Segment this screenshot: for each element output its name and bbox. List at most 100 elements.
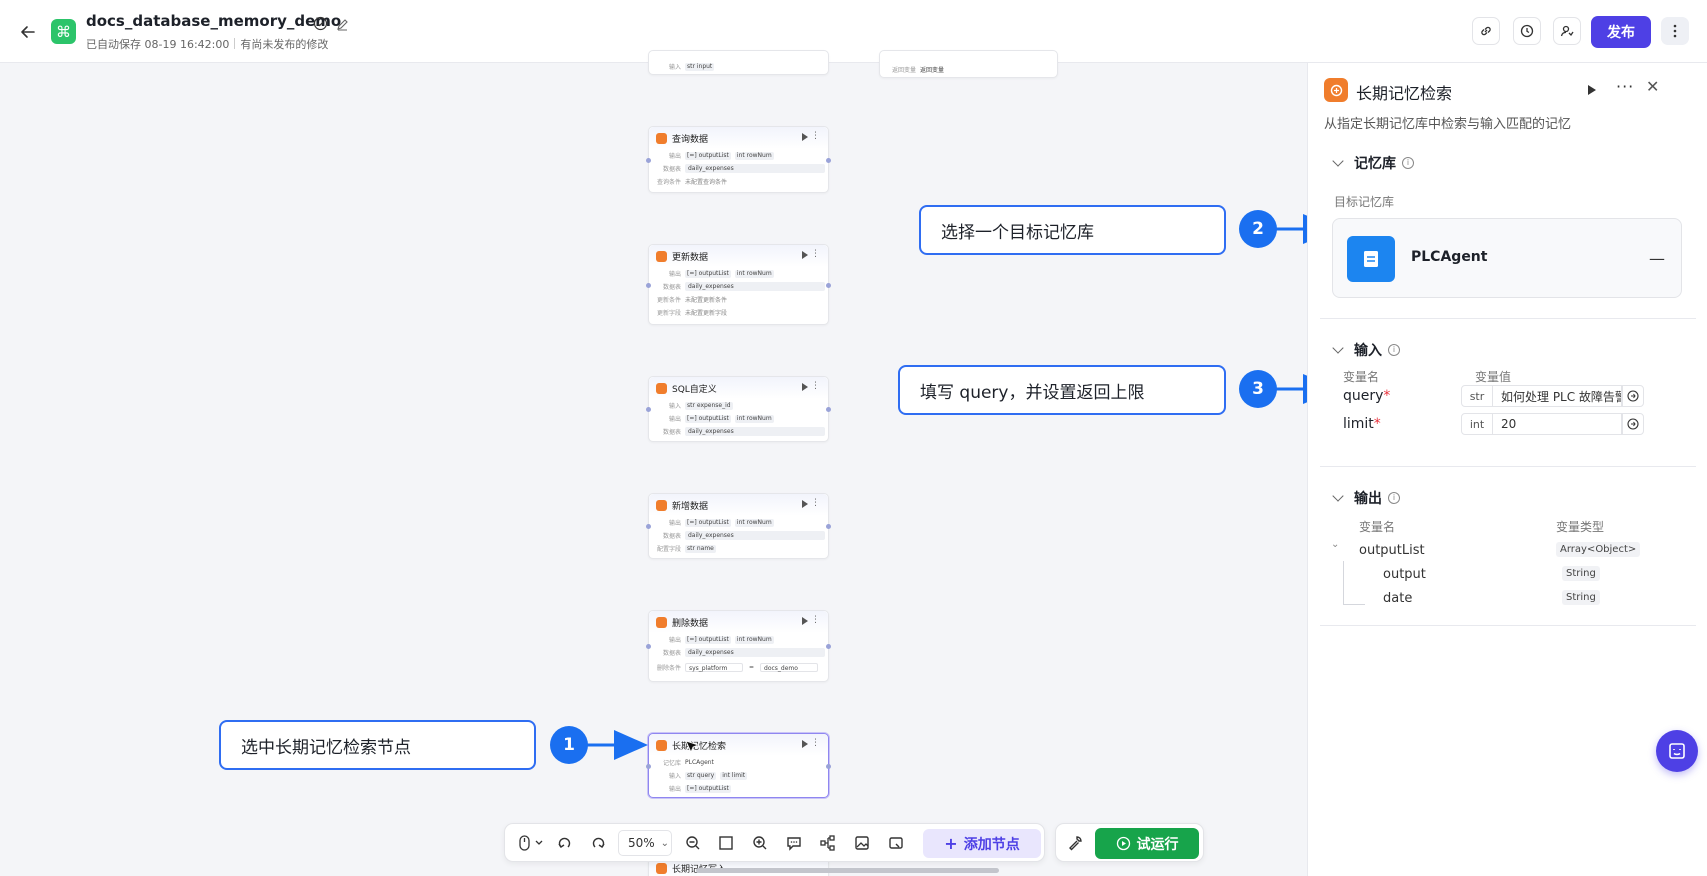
callout-step-1: 选中长期记忆检索节点 (219, 720, 536, 770)
input-port[interactable] (646, 763, 651, 769)
input-port[interactable] (646, 524, 651, 529)
redo-icon[interactable] (588, 833, 608, 853)
memory-library-card[interactable]: PLCAgent — (1332, 218, 1682, 298)
output-section-header[interactable]: 输出 i (1332, 488, 1400, 508)
comment-icon[interactable] (784, 833, 804, 853)
sql-icon (656, 382, 667, 394)
node-row: 查询条件 未配置查询条件 (649, 175, 828, 188)
close-icon[interactable]: ✕ (1646, 77, 1659, 96)
table-field: daily_expenses (685, 282, 825, 291)
node-row: 输出 [=] outputList int rowNum (649, 267, 828, 280)
memory-section-header[interactable]: 记忆库 i (1332, 153, 1414, 173)
node-more-icon[interactable]: ⋮ (811, 131, 820, 141)
wrench-icon[interactable] (1065, 833, 1085, 853)
input-port[interactable] (646, 157, 651, 163)
output-section-label: 输出 (1354, 491, 1382, 507)
info-icon[interactable]: i (1402, 157, 1414, 169)
node-sql-custom[interactable]: SQL自定义 ⋮ 输入 str expense_id 输出 [=] outputLi… (646, 376, 831, 442)
assistant-button[interactable] (1656, 730, 1698, 772)
layout-icon[interactable] (818, 833, 838, 853)
publish-button[interactable]: 发布 (1591, 16, 1651, 48)
var-tag: str name (685, 544, 716, 553)
output-port[interactable] (826, 282, 831, 288)
tree-chevron-icon[interactable]: ⌄ (1331, 539, 1339, 550)
run-node-icon[interactable] (1588, 85, 1596, 95)
image-icon[interactable] (852, 833, 872, 853)
input-type-badge[interactable]: int (1461, 413, 1493, 435)
node-fragment-top[interactable]: 输入 str input (648, 50, 829, 75)
node-query-data[interactable]: 查询数据 ⋮ 输出 [=] outputList int rowNum 数据表 dai… (646, 126, 831, 193)
app-logo-icon: ⌘ (51, 19, 76, 44)
input-port[interactable] (646, 407, 651, 412)
var-tag: [=] outputList (685, 518, 731, 527)
variable-reference-icon[interactable] (1622, 385, 1644, 407)
node-more-icon[interactable]: ⋮ (811, 381, 820, 391)
node-row: 更新字段 未配置更新字段 (649, 306, 828, 319)
input-var-label: query (1343, 388, 1384, 404)
node-more-icon[interactable]: ⋮ (811, 738, 820, 748)
memory-icon (656, 739, 667, 751)
output-port[interactable] (826, 644, 831, 649)
row-label: 输出 (668, 271, 681, 278)
input-type-badge[interactable]: str (1461, 385, 1493, 407)
info-icon[interactable]: i (1388, 344, 1400, 356)
document-icon (1347, 236, 1395, 282)
run-node-icon[interactable] (802, 500, 808, 508)
row-value: 返回变量 (920, 67, 945, 74)
add-node-button[interactable]: + 添加节点 (923, 829, 1041, 858)
row-value: 未配置更新条件 (685, 297, 728, 304)
node-title: 更新数据 (672, 252, 709, 263)
collaborator-icon[interactable] (1553, 17, 1581, 45)
var-tag: int rowNum (734, 518, 774, 527)
more-horizontal-icon[interactable]: ··· (1616, 77, 1634, 96)
edit-pencil-icon[interactable] (336, 16, 349, 31)
limit-value-input[interactable]: 20 (1492, 413, 1622, 435)
database-icon (656, 132, 667, 144)
zoom-out-icon[interactable] (683, 833, 703, 853)
output-port[interactable] (826, 157, 831, 163)
run-node-icon[interactable] (802, 740, 808, 748)
node-more-icon[interactable]: ⋮ (811, 249, 820, 259)
back-arrow-icon[interactable] (18, 22, 38, 42)
link-icon[interactable] (1472, 17, 1500, 45)
test-run-button[interactable]: 试运行 (1095, 828, 1199, 859)
query-value-input[interactable]: 如何处理 PLC 故障告警 (1492, 385, 1622, 407)
output-port[interactable] (826, 407, 831, 412)
node-more-icon[interactable]: ⋮ (811, 498, 820, 508)
history-clock-icon[interactable] (1513, 17, 1541, 45)
node-more-icon[interactable]: ⋮ (811, 615, 820, 625)
run-node-icon[interactable] (802, 133, 808, 141)
variable-reference-icon[interactable] (1622, 413, 1644, 435)
minimap-icon[interactable] (886, 833, 906, 853)
node-row: 数据表 daily_expenses (649, 529, 828, 542)
input-section-header[interactable]: 输入 i (1332, 340, 1400, 360)
output-port[interactable] (826, 524, 831, 529)
mouse-mode-icon[interactable] (515, 833, 549, 853)
canvas-toolbar: 50% ⌄ + 添加节点 (504, 823, 1045, 862)
input-port[interactable] (646, 282, 651, 288)
node-insert-data[interactable]: 新增数据 ⋮ 输出 [=] outputList int rowNum 数据表 dai… (646, 493, 831, 559)
var-tag: str input (685, 62, 715, 71)
node-delete-data[interactable]: 删除数据 ⋮ 输出 [=] outputList int rowNum 数据表 dai… (646, 610, 831, 682)
remove-library-icon[interactable]: — (1649, 249, 1665, 268)
input-port[interactable] (646, 644, 651, 649)
run-node-icon[interactable] (802, 251, 808, 259)
row-label: 数据表 (662, 650, 681, 657)
output-port[interactable] (826, 763, 831, 769)
run-node-icon[interactable] (802, 617, 808, 625)
run-node-icon[interactable] (802, 383, 808, 391)
undo-icon[interactable] (555, 833, 575, 853)
fit-view-icon[interactable] (716, 833, 736, 853)
table-field: daily_expenses (685, 427, 825, 436)
row-label: 输出 (668, 520, 681, 527)
node-update-data[interactable]: 更新数据 ⋮ 输出 [=] outputList int rowNum 数据表 dai… (646, 244, 831, 325)
var-tag: [=] outputList (685, 414, 731, 423)
horizontal-scrollbar[interactable] (696, 868, 999, 873)
node-fragment-top-right[interactable]: 返回变量 返回变量 (879, 50, 1058, 78)
zoom-in-icon[interactable] (750, 833, 770, 853)
info-icon[interactable]: i (1388, 492, 1400, 504)
node-title: 长期记忆检索 (672, 741, 727, 752)
node-long-term-memory-search[interactable]: 长期记忆检索 ⋮ 记忆库 PLCAgent 输入 str query int limi… (646, 733, 831, 798)
more-vertical-icon[interactable] (1661, 17, 1689, 45)
zoom-select[interactable]: 50% ⌄ (618, 830, 672, 856)
